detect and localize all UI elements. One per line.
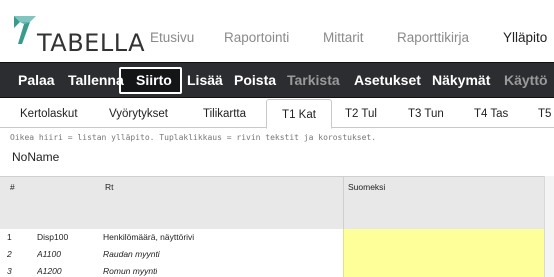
tarkista-button[interactable]: Tarkista xyxy=(287,63,340,97)
row-text[interactable]: Henkilömäärä, näyttörivi xyxy=(103,229,194,246)
row-code: A1200 xyxy=(37,266,62,276)
logo-mark-icon xyxy=(14,16,36,44)
vertical-scrollbar[interactable] xyxy=(544,176,554,277)
tab-tilikartta[interactable]: Tilikartta xyxy=(203,99,246,128)
row-text[interactable]: Romun myynti xyxy=(103,263,157,277)
palaa-button[interactable]: Palaa xyxy=(18,63,55,97)
row-text[interactable]: Raudan myynti xyxy=(103,246,160,263)
column-header-rt[interactable]: Rt xyxy=(105,182,114,192)
grid-header: # Rt Suomeksi E xyxy=(0,176,554,230)
table-row[interactable]: 1 Disp100 Henkilömäärä, näyttörivi h xyxy=(0,229,554,246)
nakymat-button[interactable]: Näkymät xyxy=(432,63,490,97)
column-divider xyxy=(343,177,344,230)
tab-vyorytykset[interactable]: Vyörytykset xyxy=(109,99,168,128)
kaytto-button[interactable]: Käyttö xyxy=(504,63,548,97)
row-number: 2 xyxy=(7,249,12,259)
topnav-raporttikirja[interactable]: Raporttikirja xyxy=(397,30,469,45)
tab-kertolaskut[interactable]: Kertolaskut xyxy=(20,99,78,128)
tab-t1-kat[interactable]: T1 Kat xyxy=(266,99,332,129)
action-toolbar: Palaa Tallenna Siirto Lisää Poista Tarki… xyxy=(0,62,554,98)
sheet-name-label[interactable]: NoName xyxy=(12,150,59,164)
poista-button[interactable]: Poista xyxy=(234,63,276,97)
row-code: A1100 xyxy=(37,249,61,259)
topnav-raportointi[interactable]: Raportointi xyxy=(224,30,289,45)
brand-name: TABELLA xyxy=(37,29,146,57)
column-header-number[interactable]: # xyxy=(10,182,15,192)
tabella-logo[interactable]: TABELLA xyxy=(10,10,145,57)
tab-t4-tas[interactable]: T4 Tas xyxy=(474,99,508,128)
tab-t2-tul[interactable]: T2 Tul xyxy=(345,99,377,128)
table-row[interactable]: 3 A1200 Romun myynti xyxy=(0,263,554,277)
table-row[interactable]: 2 A1100 Raudan myynti xyxy=(0,246,554,263)
tab-t3-tun[interactable]: T3 Tun xyxy=(408,99,444,128)
row-number: 1 xyxy=(7,232,12,242)
topnav-mittarit[interactable]: Mittarit xyxy=(323,30,364,45)
siirto-button[interactable]: Siirto xyxy=(136,63,172,97)
app-header: TABELLA Etusivu Raportointi Mittarit Rap… xyxy=(0,0,554,64)
tallenna-button[interactable]: Tallenna xyxy=(68,63,124,97)
row-number: 3 xyxy=(7,266,12,276)
sheet-tabs: Kertolaskut Vyörytykset Tilikartta T1 Ka… xyxy=(0,99,554,129)
topnav-etusivu[interactable]: Etusivu xyxy=(150,30,194,45)
tab-t5[interactable]: T5 xyxy=(538,99,551,128)
lisaa-button[interactable]: Lisää xyxy=(187,63,223,97)
row-code: Disp100 xyxy=(37,232,69,242)
column-header-suomeksi[interactable]: Suomeksi xyxy=(348,182,385,192)
usage-hint: Oikea hiiri = listan ylläpito. Tuplaklik… xyxy=(10,133,377,142)
asetukset-button[interactable]: Asetukset xyxy=(354,63,421,97)
topnav-yllapito[interactable]: Ylläpito xyxy=(503,30,547,45)
